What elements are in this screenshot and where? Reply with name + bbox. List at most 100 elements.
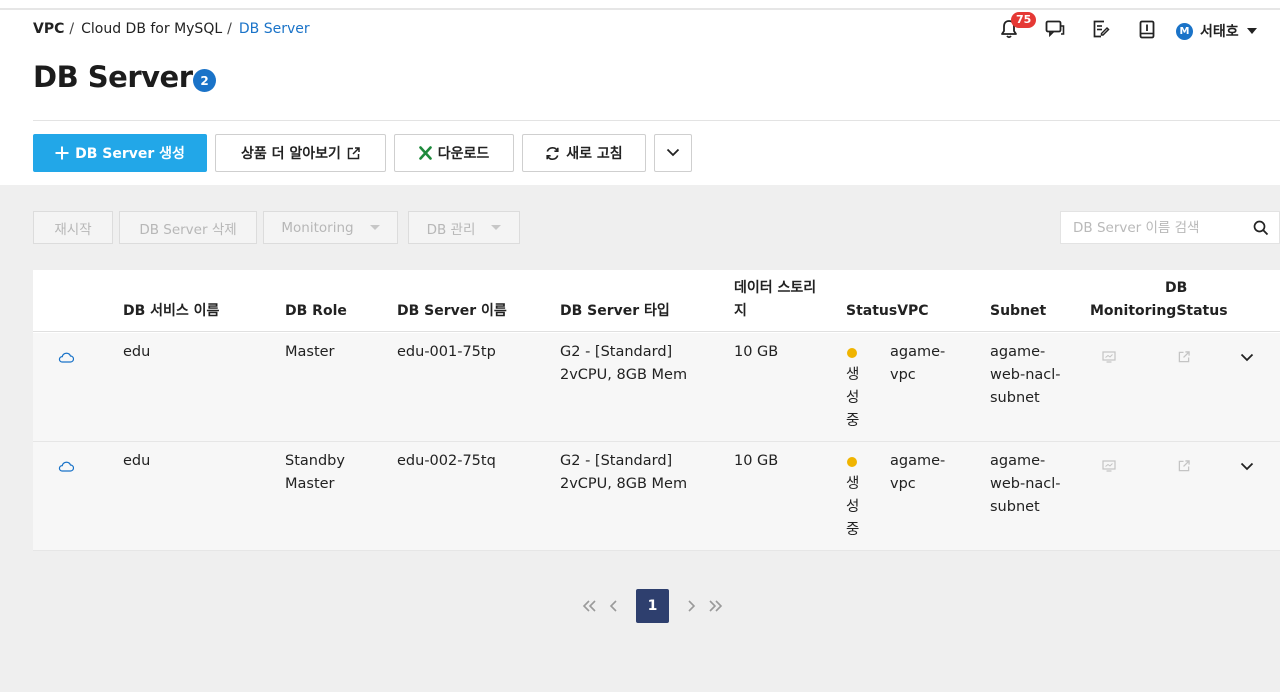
pagination: 1 [578, 589, 727, 623]
page-number-current[interactable]: 1 [636, 589, 669, 623]
cell-server-name: edu-001-75tp [397, 344, 496, 360]
last-page-icon[interactable] [703, 589, 727, 623]
expand-row-chevron-icon[interactable] [1240, 347, 1254, 366]
delete-db-server-button[interactable]: DB Server 삭제 [119, 211, 257, 244]
refresh-icon [545, 146, 560, 161]
cell-subnet-line3: subnet [990, 390, 1040, 406]
user-menu[interactable]: M 서태호 [1176, 21, 1257, 41]
breadcrumb-separator: / [227, 21, 232, 37]
breadcrumb: VPC / Cloud DB for MySQL / DB Server [33, 21, 310, 37]
column-server-name: DB Server 이름 [397, 303, 507, 319]
learn-more-button[interactable]: 상품 더 알아보기 [215, 134, 386, 172]
next-page-icon[interactable] [679, 589, 703, 623]
learn-more-label: 상품 더 알아보기 [241, 146, 341, 162]
external-link-icon [347, 146, 360, 160]
cell-role: Master [285, 344, 335, 360]
header-tools: 75 M 서태호 [996, 12, 1257, 43]
column-storage-line2: 지 [734, 303, 747, 319]
server-count-badge: 2 [193, 69, 216, 92]
delete-label: DB Server 삭제 [139, 221, 237, 238]
cell-subnet-line3: subnet [990, 499, 1040, 515]
column-subnet: Subnet [990, 303, 1047, 319]
plus-icon [55, 146, 69, 160]
external-link-icon[interactable] [1178, 348, 1190, 367]
monitoring-label: Monitoring [281, 219, 354, 236]
caret-down-icon [491, 225, 502, 230]
cell-status: 생성중 [846, 476, 860, 538]
restart-label: 재시작 [54, 221, 92, 238]
breadcrumb-separator: / [69, 21, 75, 37]
cell-server-type-line1: G2 - [Standard] [560, 344, 673, 360]
top-divider [0, 8, 1280, 10]
cell-subnet-line1: agame- [990, 344, 1046, 360]
cell-status: 생성중 [846, 367, 860, 429]
cell-vpc-line1: agame- [890, 453, 946, 469]
monitoring-dropdown[interactable]: Monitoring [263, 211, 398, 244]
cloud-icon [58, 348, 75, 367]
db-manage-dropdown[interactable]: DB 관리 [408, 211, 520, 244]
cell-server-type-line2: 2vCPU, 8GB Mem [560, 367, 688, 383]
refresh-button[interactable]: 새로 고침 [522, 134, 646, 172]
excel-icon [418, 146, 432, 160]
download-button[interactable]: 다운로드 [394, 134, 514, 172]
cell-subnet-line2: web-nacl- [990, 367, 1061, 383]
create-db-server-button[interactable]: DB Server 생성 [33, 134, 207, 172]
page-title: DB Server [33, 60, 193, 94]
cell-vpc-line2: vpc [890, 476, 916, 492]
notification-count-badge: 75 [1011, 12, 1037, 28]
cell-vpc-line1: agame- [890, 344, 946, 360]
breadcrumb-db-server[interactable]: DB Server [239, 21, 310, 37]
cell-storage: 10 GB [734, 344, 779, 360]
status-dot [847, 457, 857, 467]
table-row[interactable]: edu Master edu-001-75tp G2 - [Standard] … [33, 333, 1280, 442]
external-link-icon[interactable] [1178, 457, 1190, 476]
avatar: M [1176, 22, 1193, 40]
create-button-label: DB Server 생성 [75, 146, 185, 162]
expand-row-chevron-icon[interactable] [1240, 456, 1254, 475]
download-label: 다운로드 [437, 146, 490, 162]
table-row[interactable]: edu Standby Master edu-002-75tq G2 - [St… [33, 442, 1280, 551]
search-icon[interactable] [1253, 220, 1269, 240]
memo-button[interactable] [1088, 19, 1114, 43]
guide-button[interactable] [1134, 19, 1160, 43]
status-dot [847, 348, 857, 358]
table-header: DB 서비스 이름 DB Role DB Server 이름 DB Server… [33, 270, 1280, 332]
cell-server-type-line1: G2 - [Standard] [560, 453, 673, 469]
cell-role-line2: Master [285, 476, 335, 492]
column-server-type: DB Server 타입 [560, 303, 670, 319]
cell-service-name: edu [123, 344, 151, 360]
user-name: 서태호 [1200, 24, 1239, 40]
search-input[interactable] [1061, 219, 1241, 236]
breadcrumb-vpc[interactable]: VPC [33, 21, 64, 37]
cell-service-name: edu [123, 453, 151, 469]
column-db: DB [1165, 280, 1188, 296]
caret-down-icon [369, 225, 380, 230]
restart-button[interactable]: 재시작 [33, 211, 113, 244]
cell-vpc-line2: vpc [890, 367, 916, 383]
cell-server-type-line2: 2vCPU, 8GB Mem [560, 476, 688, 492]
cell-subnet-line1: agame- [990, 453, 1046, 469]
column-service-name: DB 서비스 이름 [123, 303, 220, 319]
monitor-icon[interactable] [1102, 348, 1116, 367]
breadcrumb-cloud-db[interactable]: Cloud DB for MySQL [81, 21, 222, 37]
prev-page-icon[interactable] [602, 589, 626, 623]
chat-icon [1045, 20, 1065, 42]
caret-down-icon [1246, 28, 1257, 34]
cloud-icon [58, 457, 75, 476]
column-storage-line1: 데이터 스토리 [734, 280, 817, 296]
column-status-vpc: StatusVPC [846, 303, 929, 319]
search-box [1060, 211, 1280, 244]
chevron-down-icon [666, 145, 680, 161]
book-icon [1139, 20, 1155, 43]
monitor-icon[interactable] [1102, 457, 1116, 476]
refresh-label: 새로 고침 [566, 146, 623, 162]
chat-button[interactable] [1042, 19, 1068, 43]
more-actions-button[interactable] [654, 134, 692, 172]
notification-button[interactable]: 75 [996, 12, 1037, 43]
first-page-icon[interactable] [578, 589, 602, 623]
column-monitoring-status: MonitoringStatus [1090, 303, 1228, 319]
cell-storage: 10 GB [734, 453, 779, 469]
edit-document-icon [1092, 20, 1110, 42]
header-divider [33, 120, 1280, 121]
cell-role-line1: Standby [285, 453, 345, 469]
